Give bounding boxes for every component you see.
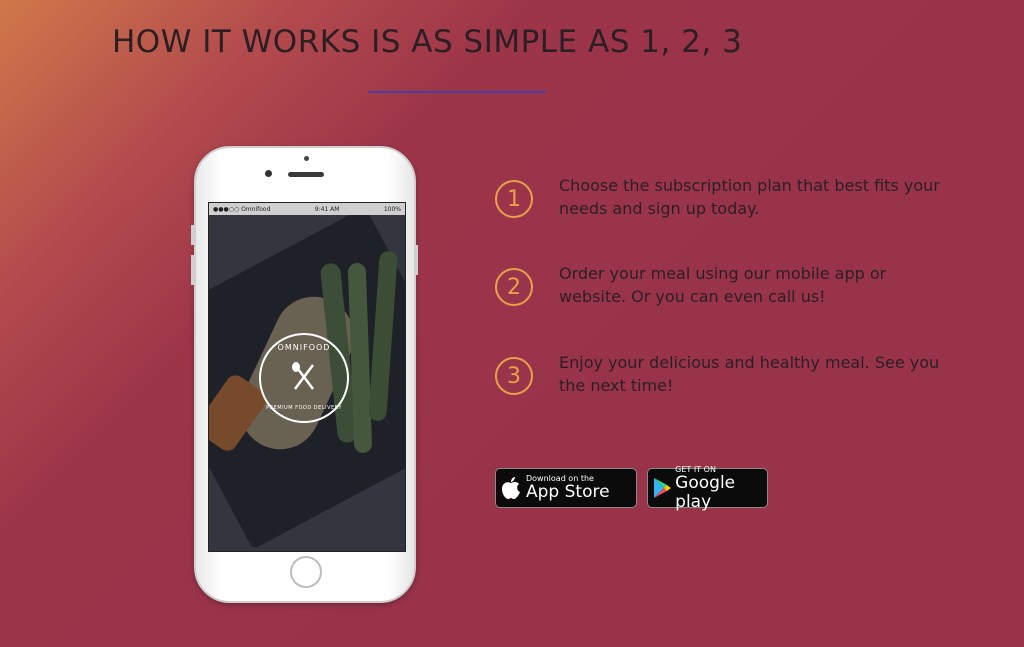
phone-side-button bbox=[415, 245, 418, 275]
phone-camera bbox=[304, 156, 309, 161]
step-text: Choose the subscription plan that best f… bbox=[559, 176, 940, 218]
logo-bottom-text: PREMIUM FOOD DELIVERY bbox=[266, 405, 342, 411]
title-underline bbox=[368, 91, 546, 93]
step-3: 3 Enjoy your delicious and healthy meal.… bbox=[495, 353, 949, 403]
step-text: Enjoy your delicious and healthy meal. S… bbox=[559, 353, 940, 395]
section-title: HOW IT WORKS IS AS SIMPLE AS 1, 2, 3 bbox=[112, 24, 743, 60]
app-store-big-text: App Store bbox=[526, 482, 610, 502]
status-carrier: ●●●○○ Omnifood bbox=[213, 205, 271, 213]
google-play-button[interactable]: GET IT ON Google play bbox=[647, 465, 768, 511]
omnifood-logo: OMNIFOOD PREMIUM FOOD DELIVERY bbox=[259, 333, 349, 423]
step-1: 1 Choose the subscription plan that best… bbox=[495, 176, 949, 226]
phone-speaker bbox=[288, 172, 324, 177]
phone-screen: ●●●○○ Omnifood 9:41 AM 100% OMNIFOOD PRE… bbox=[208, 202, 406, 552]
app-store-button[interactable]: Download on the App Store bbox=[495, 468, 637, 508]
phone-mockup: ●●●○○ Omnifood 9:41 AM 100% OMNIFOOD PRE… bbox=[194, 146, 416, 603]
step-2: 2 Order your meal using our mobile app o… bbox=[495, 264, 949, 314]
google-play-icon bbox=[648, 477, 675, 499]
step-text: Order your meal using our mobile app or … bbox=[559, 264, 887, 306]
phone-status-bar: ●●●○○ Omnifood 9:41 AM 100% bbox=[209, 203, 405, 215]
google-play-big-text: Google play bbox=[675, 472, 736, 512]
logo-top-text: OMNIFOOD bbox=[277, 343, 331, 352]
step-number: 1 bbox=[495, 180, 533, 218]
apple-icon bbox=[496, 476, 526, 500]
step-number: 3 bbox=[495, 357, 533, 395]
status-time: 9:41 AM bbox=[314, 205, 340, 213]
step-number: 2 bbox=[495, 268, 533, 306]
phone-side-button bbox=[191, 255, 194, 285]
status-battery: 100% bbox=[383, 205, 401, 213]
phone-sensor bbox=[265, 170, 272, 177]
phone-side-button bbox=[191, 225, 194, 245]
phone-home-button bbox=[290, 556, 322, 588]
cutlery-icon bbox=[287, 361, 321, 396]
